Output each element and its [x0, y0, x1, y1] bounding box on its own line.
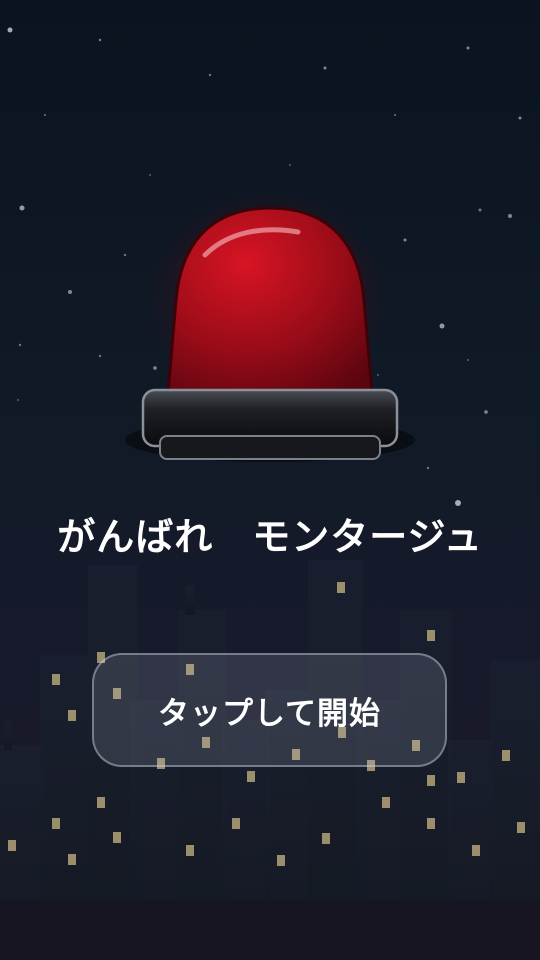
game-title: がんばれ モンタージュ	[57, 515, 483, 559]
red-siren-icon	[125, 190, 415, 462]
background-scene	[0, 27, 540, 960]
ground	[0, 900, 540, 960]
start-button-label: タップして開始	[157, 695, 382, 732]
tap-to-start-button[interactable]: タップして開始	[92, 653, 447, 767]
